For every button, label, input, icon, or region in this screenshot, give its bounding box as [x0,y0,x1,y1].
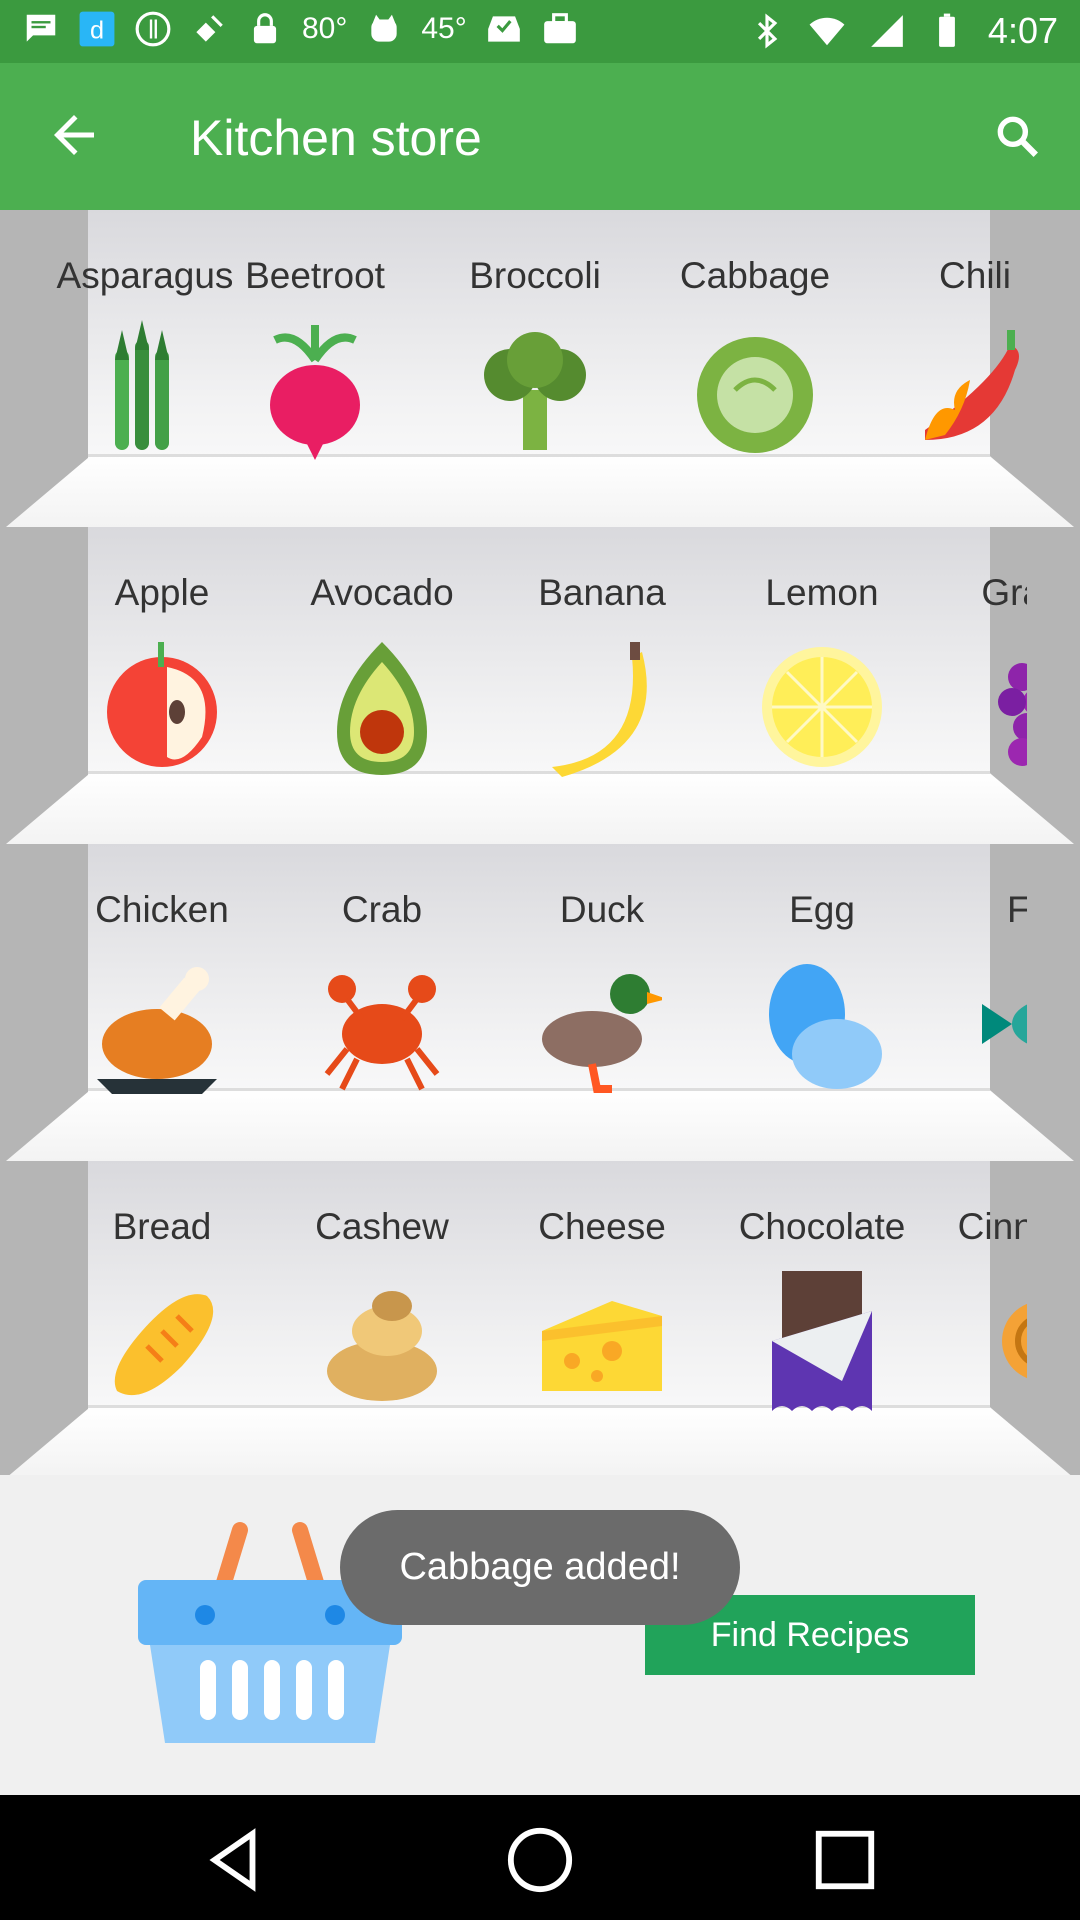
item-crab[interactable]: Crab [282,844,482,1104]
item-egg[interactable]: Egg [722,844,922,1104]
wifi-icon [808,12,846,50]
chocolate-icon [772,1271,872,1411]
item-label: Egg [789,889,855,930]
shelf-scroll-area[interactable]: Bread Cashew Cheese Chocolate Cinn [52,1161,1027,1478]
temperature-2: 45° [421,12,467,45]
item-apple[interactable]: Apple [62,527,262,787]
avocado-icon [337,642,427,775]
shelf-vegetables: Asparagus Beetroot Broccoli Cabbage Chil… [0,210,1080,527]
signal-icon [868,12,906,50]
battery-icon [928,12,966,50]
shelf-scroll-area[interactable]: Asparagus Beetroot Broccoli Cabbage Chil… [52,210,1027,527]
item-cinnamon[interactable]: Cinnamon [942,1161,1027,1421]
item-label: Bread [112,1206,212,1247]
app-d-icon: d [78,10,116,48]
item-label: Banana [538,572,666,613]
cheese-icon [542,1301,662,1391]
toast-message: Cabbage added! [340,1510,740,1625]
item-banana[interactable]: Banana [502,527,702,787]
item-label: Cashew [315,1206,449,1247]
arrow-back-icon[interactable] [44,105,104,165]
item-chocolate[interactable]: Chocolate [722,1161,922,1421]
item-label: Chocolate [738,1206,906,1247]
shelf-scroll-area[interactable]: Apple Avocado Banana Lemon Gr [52,527,1027,844]
recents-nav-icon[interactable] [810,1825,880,1895]
inbox-check-icon [485,10,523,48]
bread-icon [114,1294,214,1396]
app-bar: Kitchen store [0,63,1080,210]
item-broccoli[interactable]: Broccoli [435,210,635,470]
clock: 4:07 [987,10,1058,51]
item-fish[interactable]: Fish [942,844,1027,1104]
item-cabbage[interactable]: Cabbage [655,210,855,470]
asparagus-icon [115,320,169,450]
navigation-bar [0,1795,1080,1920]
item-label: Chili [939,255,1011,296]
lemon-icon [762,647,882,767]
item-label: Crab [341,889,423,930]
item-label: Chicken [95,889,229,930]
item-lemon[interactable]: Lemon [722,527,922,787]
briefcase-icon [541,10,579,48]
message-icon [22,10,60,48]
search-icon[interactable] [992,111,1042,161]
shelf-pantry: Bread Cashew Cheese Chocolate Cinn [0,1161,1080,1478]
crab-icon [324,975,440,1091]
temperature-1: 80° [302,12,348,45]
svg-text:d: d [90,17,104,45]
item-label: Beetroot [245,255,385,296]
cat-icon [365,10,403,48]
beetroot-icon [270,325,360,460]
item-label: Grapes [981,572,1027,613]
cinnamon-icon [1002,1303,1027,1379]
item-bread[interactable]: Bread [62,1161,262,1421]
egg-icon [769,964,882,1089]
broccoli-icon [484,332,586,450]
item-chicken[interactable]: Chicken [62,844,262,1104]
item-label: Fish [1007,889,1027,930]
fish-icon [982,1004,1027,1044]
apple-icon [107,642,217,767]
item-cheese[interactable]: Cheese [502,1161,702,1421]
item-label: Broccoli [469,255,601,296]
item-beetroot[interactable]: Beetroot [215,210,415,470]
cashew-icon [327,1291,437,1401]
item-label: Cinnamon [957,1206,1027,1247]
item-label: Avocado [310,572,454,613]
info-icon [134,10,172,48]
item-cashew[interactable]: Cashew [282,1161,482,1421]
item-grapes[interactable]: Grapes [942,527,1027,787]
fake-gps-icon [190,10,228,48]
item-label: Apple [114,572,210,613]
cabbage-icon [697,337,813,453]
shelf-fruits: Apple Avocado Banana Lemon Gr [0,527,1080,844]
lock-icon [246,10,284,48]
banana-icon [552,642,647,777]
page-title: Kitchen store [190,110,482,166]
chili-icon [925,330,1019,440]
item-avocado[interactable]: Avocado [282,527,482,787]
item-duck[interactable]: Duck [502,844,702,1104]
home-nav-icon[interactable] [505,1825,575,1895]
item-label: Cabbage [679,255,831,296]
grapes-icon [998,663,1027,766]
shelf-proteins: Chicken Crab Duck Egg F [0,844,1080,1161]
shelf-scroll-area[interactable]: Chicken Crab Duck Egg F [52,844,1027,1161]
status-bar: d 80° 45° 4:07 [0,0,1080,63]
back-nav-icon[interactable] [200,1825,270,1895]
item-label: Cheese [538,1206,666,1247]
chicken-icon [97,967,217,1094]
duck-icon [542,974,662,1093]
item-chili[interactable]: Chili [875,210,1027,470]
bluetooth-icon [748,12,786,50]
item-label: Lemon [765,572,879,613]
item-label: Duck [559,889,645,930]
